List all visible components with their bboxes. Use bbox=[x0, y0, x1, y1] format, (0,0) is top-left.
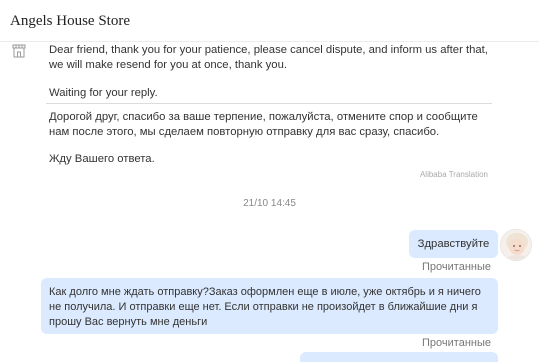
message-line: нам после этого, мы сделаем повторную от… bbox=[49, 126, 440, 138]
message-line: Как долго мне ждать отправку?Заказ оформ… bbox=[49, 286, 481, 298]
message-line: Дорогой друг, спасибо за ваше терпение, … bbox=[49, 111, 478, 123]
translation-note: Alibaba Translation bbox=[419, 170, 488, 179]
message-line: Dear friend, thank you for your patience… bbox=[49, 44, 488, 56]
message-line: Жду Вашего ответа. bbox=[49, 153, 155, 165]
outgoing-message-bubble-partial bbox=[300, 352, 498, 362]
message-line: we will make resend for you at once, tha… bbox=[49, 59, 287, 71]
incoming-message-closing: Waiting for your reply. bbox=[49, 86, 497, 101]
incoming-message-original: Dear friend, thank you for your patience… bbox=[49, 43, 497, 73]
outgoing-message-bubble: Здравствуйте bbox=[409, 230, 498, 258]
chat-header: Angels House Store bbox=[0, 0, 539, 42]
store-icon bbox=[11, 43, 27, 59]
incoming-message-translated-closing: Жду Вашего ответа. bbox=[49, 152, 497, 167]
outgoing-message-bubble: Как долго мне ждать отправку?Заказ оформ… bbox=[41, 278, 498, 334]
user-avatar[interactable] bbox=[500, 229, 532, 261]
read-status: Прочитанные bbox=[422, 261, 491, 273]
message-line: прошу Вас вернуть мне деньги bbox=[49, 316, 208, 328]
message-timestamp: 21/10 14:45 bbox=[243, 198, 296, 209]
message-line: не получила. И отправки еще нет. Если от… bbox=[49, 301, 478, 313]
translation-divider bbox=[46, 103, 492, 104]
store-title[interactable]: Angels House Store bbox=[10, 13, 130, 30]
incoming-message-translation: Дорогой друг, спасибо за ваше терпение, … bbox=[49, 110, 497, 140]
read-status: Прочитанные bbox=[422, 337, 491, 349]
message-line: Waiting for your reply. bbox=[49, 87, 158, 99]
